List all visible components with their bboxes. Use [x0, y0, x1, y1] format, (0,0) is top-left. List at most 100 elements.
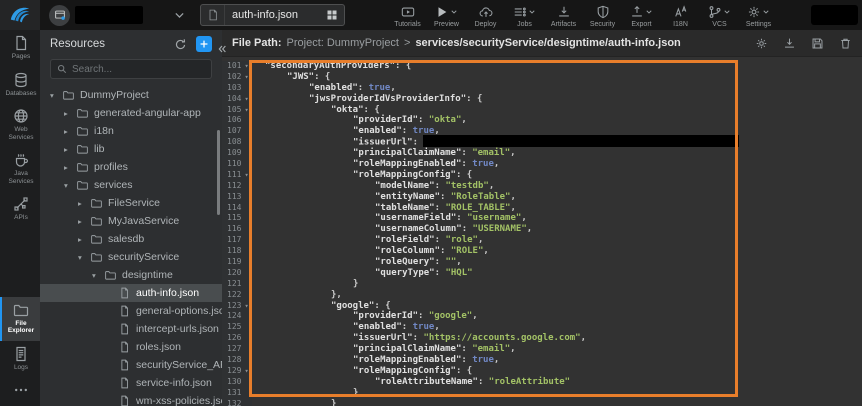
open-file-tab[interactable]: auth-info.json [200, 4, 345, 26]
code-line-116[interactable]: 116"usernameColumn": "USERNAME", [222, 224, 862, 235]
code-line-121[interactable]: 121} [222, 279, 862, 290]
tree-scrollbar[interactable] [217, 130, 220, 215]
toolbar-export-button[interactable]: Export [623, 2, 660, 28]
rail-item-logs[interactable]: Logs [0, 341, 40, 378]
tree-arrow-collapsed-icon[interactable]: ▸ [64, 127, 75, 136]
tree-item-roles-json[interactable]: roles.json [40, 338, 222, 356]
rail-item-apis[interactable]: APIs [0, 191, 40, 228]
project-switcher-chevron-icon[interactable] [173, 9, 186, 22]
tree-arrow-collapsed-icon[interactable]: ▸ [78, 217, 89, 226]
tree-item-myjavaservice[interactable]: ▸MyJavaService [40, 212, 222, 230]
code-line-113[interactable]: 113"entityName": "RoleTable", [222, 192, 862, 203]
code-line-103[interactable]: 103"enabled": true, [222, 83, 862, 94]
save-file-button[interactable] [811, 37, 824, 50]
tree-arrow-expanded-icon[interactable]: ▾ [78, 253, 89, 262]
code-line-124[interactable]: 124"providerId": "google", [222, 311, 862, 322]
toolbar-preview-button[interactable]: Preview [428, 2, 465, 28]
tree-arrow-collapsed-icon[interactable]: ▸ [78, 199, 89, 208]
code-line-132[interactable]: 132} [222, 399, 862, 406]
toolbar-artifacts-button[interactable]: Artifacts [545, 2, 582, 28]
code-line-125[interactable]: 125"enabled": true, [222, 322, 862, 333]
code-line-109[interactable]: 109"principalClaimName": "email", [222, 148, 862, 159]
tree-item-i18n[interactable]: ▸i18n [40, 122, 222, 140]
collapse-panel-icon[interactable] [216, 43, 228, 55]
delete-file-button[interactable] [839, 37, 852, 50]
editor-settings-button[interactable] [755, 37, 768, 50]
code-line-110[interactable]: 110"roleMappingEnabled": true, [222, 159, 862, 170]
code-line-122[interactable]: 122}, [222, 290, 862, 301]
tree-arrow-collapsed-icon[interactable]: ▸ [64, 145, 75, 154]
tree-item-securityservice[interactable]: ▾securityService [40, 248, 222, 266]
tree-item-wm-xss-policies-json[interactable]: wm-xss-policies.json [40, 392, 222, 406]
code-line-128[interactable]: 128"roleMappingEnabled": true, [222, 355, 862, 366]
tree-item-salesdb[interactable]: ▸salesdb [40, 230, 222, 248]
code-line-112[interactable]: 112"modelName": "testdb", [222, 181, 862, 192]
download-file-button[interactable] [783, 37, 796, 50]
search-input[interactable] [72, 64, 205, 75]
code-line-104[interactable]: 104▾"jwsProviderIdVsProviderInfo": { [222, 94, 862, 105]
code-line-127[interactable]: 127"principalClaimName": "email", [222, 344, 862, 355]
toolbar-deploy-button[interactable]: Deploy [467, 2, 504, 28]
code-line-106[interactable]: 106"providerId": "okta", [222, 115, 862, 126]
code-line-120[interactable]: 120"queryType": "HQL" [222, 268, 862, 279]
toolbar-settings-button[interactable]: Settings [740, 2, 777, 28]
tree-item-designtime[interactable]: ▾designtime [40, 266, 222, 284]
tree-item-generated-angular-app[interactable]: ▸generated-angular-app [40, 104, 222, 122]
toolbar-i18n-button[interactable]: I18N [662, 2, 699, 28]
fold-toggle-icon[interactable]: ▾ [244, 94, 248, 105]
tree-arrow-collapsed-icon[interactable]: ▸ [78, 235, 89, 244]
tree-item-auth-info-json[interactable]: auth-info.json [40, 284, 222, 302]
code-line-129[interactable]: 129▾"roleMappingConfig": { [222, 366, 862, 377]
code-line-101[interactable]: 101▾"secondaryAuthProviders": { [222, 61, 862, 72]
tree-item-profiles[interactable]: ▸profiles [40, 158, 222, 176]
code-line-105[interactable]: 105▾"okta": { [222, 105, 862, 116]
add-resource-button[interactable] [196, 36, 212, 52]
tree-item-dummyproject[interactable]: ▾DummyProject [40, 86, 222, 104]
toolbar-tutorials-button[interactable]: Tutorials [389, 2, 426, 28]
code-line-131[interactable]: 131} [222, 388, 862, 399]
fold-toggle-icon[interactable]: ▾ [244, 72, 248, 83]
tree-arrow-collapsed-icon[interactable]: ▸ [64, 163, 75, 172]
app-logo[interactable] [0, 0, 40, 30]
tree-arrow-expanded-icon[interactable]: ▾ [64, 181, 75, 190]
fold-toggle-icon[interactable]: ▾ [244, 301, 248, 312]
code-line-115[interactable]: 115"usernameField": "username", [222, 213, 862, 224]
fold-toggle-icon[interactable]: ▾ [244, 366, 248, 377]
code-line-114[interactable]: 114"tableName": "ROLE_TABLE", [222, 203, 862, 214]
code-line-126[interactable]: 126"issuerUrl": "https://accounts.google… [222, 333, 862, 344]
fold-toggle-icon[interactable]: ▾ [244, 105, 248, 116]
code-line-102[interactable]: 102▾"JWS": { [222, 72, 862, 83]
code-line-123[interactable]: 123▾"google": { [222, 301, 862, 312]
toolbar-security-button[interactable]: Security [584, 2, 621, 28]
tree-arrow-expanded-icon[interactable]: ▾ [92, 271, 103, 280]
rail-item-pages[interactable]: Pages [0, 30, 40, 67]
refresh-icon[interactable] [174, 38, 187, 51]
code-line-130[interactable]: 130"roleAttributeName": "roleAttribute" [222, 377, 862, 388]
fold-toggle-icon[interactable]: ▾ [244, 61, 248, 72]
code-line-108[interactable]: 108"issuerUrl": [222, 137, 862, 148]
tree-arrow-expanded-icon[interactable]: ▾ [50, 91, 61, 100]
toolbar-jobs-button[interactable]: Jobs [506, 2, 543, 28]
rail-item-more[interactable] [0, 377, 40, 406]
tree-item-lib[interactable]: ▸lib [40, 140, 222, 158]
rail-item-databases[interactable]: Databases [0, 67, 40, 104]
code-line-119[interactable]: 119"roleQuery": "", [222, 257, 862, 268]
code-line-111[interactable]: 111▾"roleMappingConfig": { [222, 170, 862, 181]
tree-item-services[interactable]: ▾services [40, 176, 222, 194]
tree-item-service-info-json[interactable]: service-info.json [40, 374, 222, 392]
code-editor[interactable]: 101▾"secondaryAuthProviders": {102▾"JWS"… [222, 57, 862, 406]
tree-item-fileservice[interactable]: ▸FileService [40, 194, 222, 212]
rail-item-java-services[interactable]: Java Services [0, 147, 40, 191]
dashboard-grid-icon[interactable] [320, 9, 344, 21]
tree-item-general-options-json[interactable]: general-options.json [40, 302, 222, 320]
tree-item-intercept-urls-json[interactable]: intercept-urls.json [40, 320, 222, 338]
code-line-117[interactable]: 117"roleField": "role", [222, 235, 862, 246]
tree-arrow-collapsed-icon[interactable]: ▸ [64, 109, 75, 118]
tree-item-securityservice-api-js[interactable]: securityService_API.js [40, 356, 222, 374]
code-line-118[interactable]: 118"roleColumn": "ROLE", [222, 246, 862, 257]
fold-toggle-icon[interactable]: ▾ [244, 170, 248, 181]
rail-item-web-services[interactable]: Web Services [0, 103, 40, 147]
rail-item-file-explorer[interactable]: File Explorer [0, 297, 40, 341]
toolbar-vcs-button[interactable]: VCS [701, 2, 738, 28]
project-avatar[interactable] [49, 5, 70, 26]
